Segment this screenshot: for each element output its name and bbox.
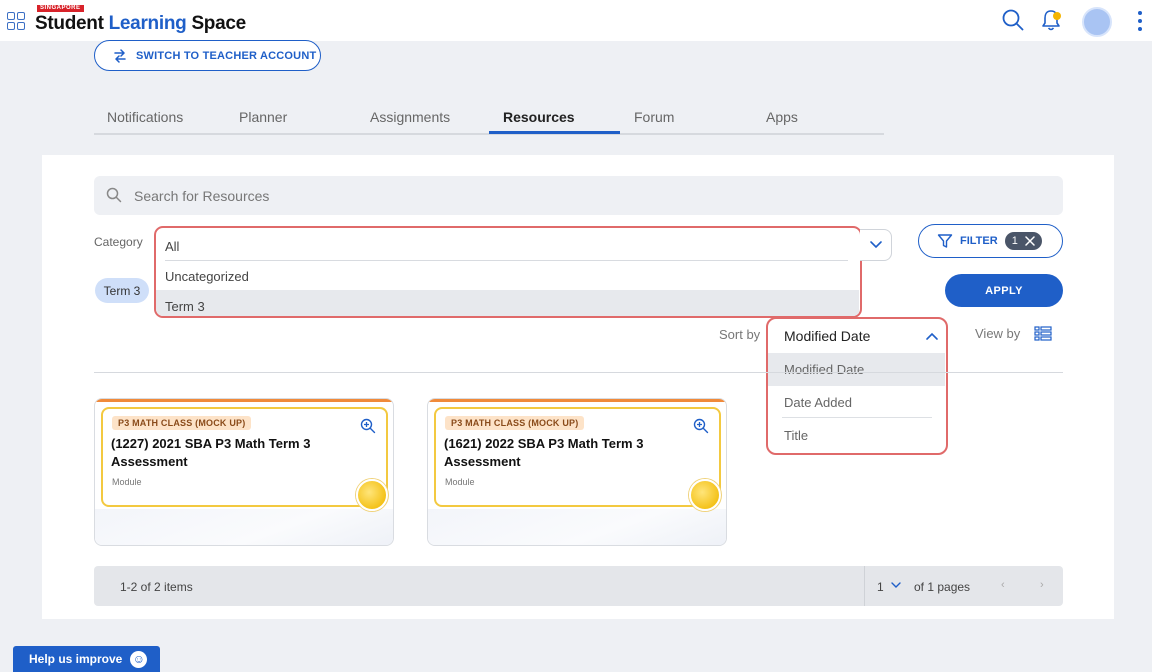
tab-forum[interactable]: Forum xyxy=(634,109,674,125)
avatar[interactable] xyxy=(1082,7,1112,37)
card-type: Module xyxy=(112,477,142,487)
module-badge-icon xyxy=(689,479,721,511)
card-footer xyxy=(95,509,393,545)
search-icon xyxy=(106,187,122,203)
page-select[interactable]: 1 xyxy=(877,580,884,594)
card-body: P3 MATH CLASS (MOCK UP) (1227) 2021 SBA … xyxy=(101,407,388,511)
category-label: Category xyxy=(94,235,143,249)
category-option-all[interactable]: All xyxy=(156,230,859,260)
apps-grid-icon[interactable] xyxy=(7,12,25,30)
filter-label: FILTER xyxy=(960,235,998,247)
tab-assignments[interactable]: Assignments xyxy=(370,109,450,125)
category-option-uncategorized[interactable]: Uncategorized xyxy=(156,260,859,290)
close-icon[interactable] xyxy=(1025,236,1035,246)
resource-card[interactable]: P3 MATH CLASS (MOCK UP) (1621) 2022 SBA … xyxy=(427,398,727,546)
resource-card[interactable]: P3 MATH CLASS (MOCK UP) (1227) 2021 SBA … xyxy=(94,398,394,546)
zoom-in-icon[interactable] xyxy=(693,418,709,434)
class-tag: P3 MATH CLASS (MOCK UP) xyxy=(112,416,252,430)
divider xyxy=(94,372,1063,373)
help-label: Help us improve xyxy=(29,652,123,666)
card-stripe xyxy=(428,399,726,402)
search-input[interactable]: Search for Resources xyxy=(94,176,1063,215)
tab-notifications[interactable]: Notifications xyxy=(107,109,183,125)
card-title[interactable]: (1621) 2022 SBA P3 Math Term 3 Assessmen… xyxy=(444,435,674,471)
chevron-down-icon[interactable] xyxy=(891,581,901,589)
prev-page-button[interactable]: ‹ xyxy=(1001,579,1005,591)
logo-name: Student Learning Space xyxy=(35,13,246,34)
search-icon[interactable] xyxy=(1002,9,1024,31)
sort-option-title[interactable]: Title xyxy=(768,419,945,452)
sort-dropdown[interactable]: Modified Date Modified Date Date Added T… xyxy=(766,317,948,455)
divider xyxy=(782,417,932,418)
sort-label: Sort by xyxy=(719,327,761,342)
class-tag: P3 MATH CLASS (MOCK UP) xyxy=(445,416,585,430)
logo-country: SINGAPORE xyxy=(37,5,84,12)
smiley-icon: ☺ xyxy=(130,650,148,668)
filter-count-badge[interactable]: 1 xyxy=(1004,232,1042,250)
card-type: Module xyxy=(445,477,475,487)
switch-teacher-account-button[interactable]: SWITCH TO TEACHER ACCOUNT xyxy=(94,40,321,71)
pagination-bar: 1-2 of 2 items 1 of 1 pages ‹ › xyxy=(94,566,1063,606)
category-option-term-3[interactable]: Term 3 xyxy=(156,290,859,316)
sort-selected[interactable]: Modified Date xyxy=(784,328,870,344)
category-dropdown: All Uncategorized Term 3 xyxy=(154,226,862,318)
divider xyxy=(864,566,865,606)
card-stripe xyxy=(95,399,393,402)
switch-label: SWITCH TO TEACHER ACCOUNT xyxy=(136,49,317,62)
filter-button[interactable]: FILTER 1 xyxy=(918,224,1063,258)
swap-icon xyxy=(114,48,126,63)
sort-option-date-added[interactable]: Date Added xyxy=(768,386,945,419)
apply-button[interactable]: APPLY xyxy=(945,274,1063,307)
card-body: P3 MATH CLASS (MOCK UP) (1621) 2022 SBA … xyxy=(434,407,721,511)
list-view-icon[interactable] xyxy=(1034,326,1052,341)
next-page-button[interactable]: › xyxy=(1040,579,1044,591)
chevron-up-icon[interactable] xyxy=(925,331,939,341)
help-us-improve-button[interactable]: Help us improve ☺ xyxy=(13,646,160,672)
tab-resources[interactable]: Resources xyxy=(503,109,575,125)
card-title[interactable]: (1227) 2021 SBA P3 Math Term 3 Assessmen… xyxy=(111,435,341,471)
page-count: of 1 pages xyxy=(914,580,971,594)
tab-apps[interactable]: Apps xyxy=(766,109,798,125)
search-placeholder: Search for Resources xyxy=(134,188,270,204)
kebab-menu-icon[interactable] xyxy=(1138,11,1142,35)
pagination-summary: 1-2 of 2 items xyxy=(120,580,193,594)
zoom-in-icon[interactable] xyxy=(360,418,376,434)
tab-planner[interactable]: Planner xyxy=(239,109,287,125)
active-filter-chip[interactable]: Term 3 xyxy=(95,278,149,303)
sort-option-modified-date[interactable]: Modified Date xyxy=(768,353,945,386)
funnel-icon xyxy=(937,234,953,248)
view-by-label: View by xyxy=(975,326,1021,341)
top-bar: SINGAPORE Student Learning Space xyxy=(0,0,1152,41)
chevron-down-icon xyxy=(869,241,882,249)
card-footer xyxy=(428,509,726,545)
active-tab-indicator xyxy=(489,131,620,134)
filter-count: 1 xyxy=(1011,235,1018,247)
category-toggle[interactable] xyxy=(860,229,892,261)
module-badge-icon xyxy=(356,479,388,511)
notification-dot xyxy=(1053,12,1061,20)
